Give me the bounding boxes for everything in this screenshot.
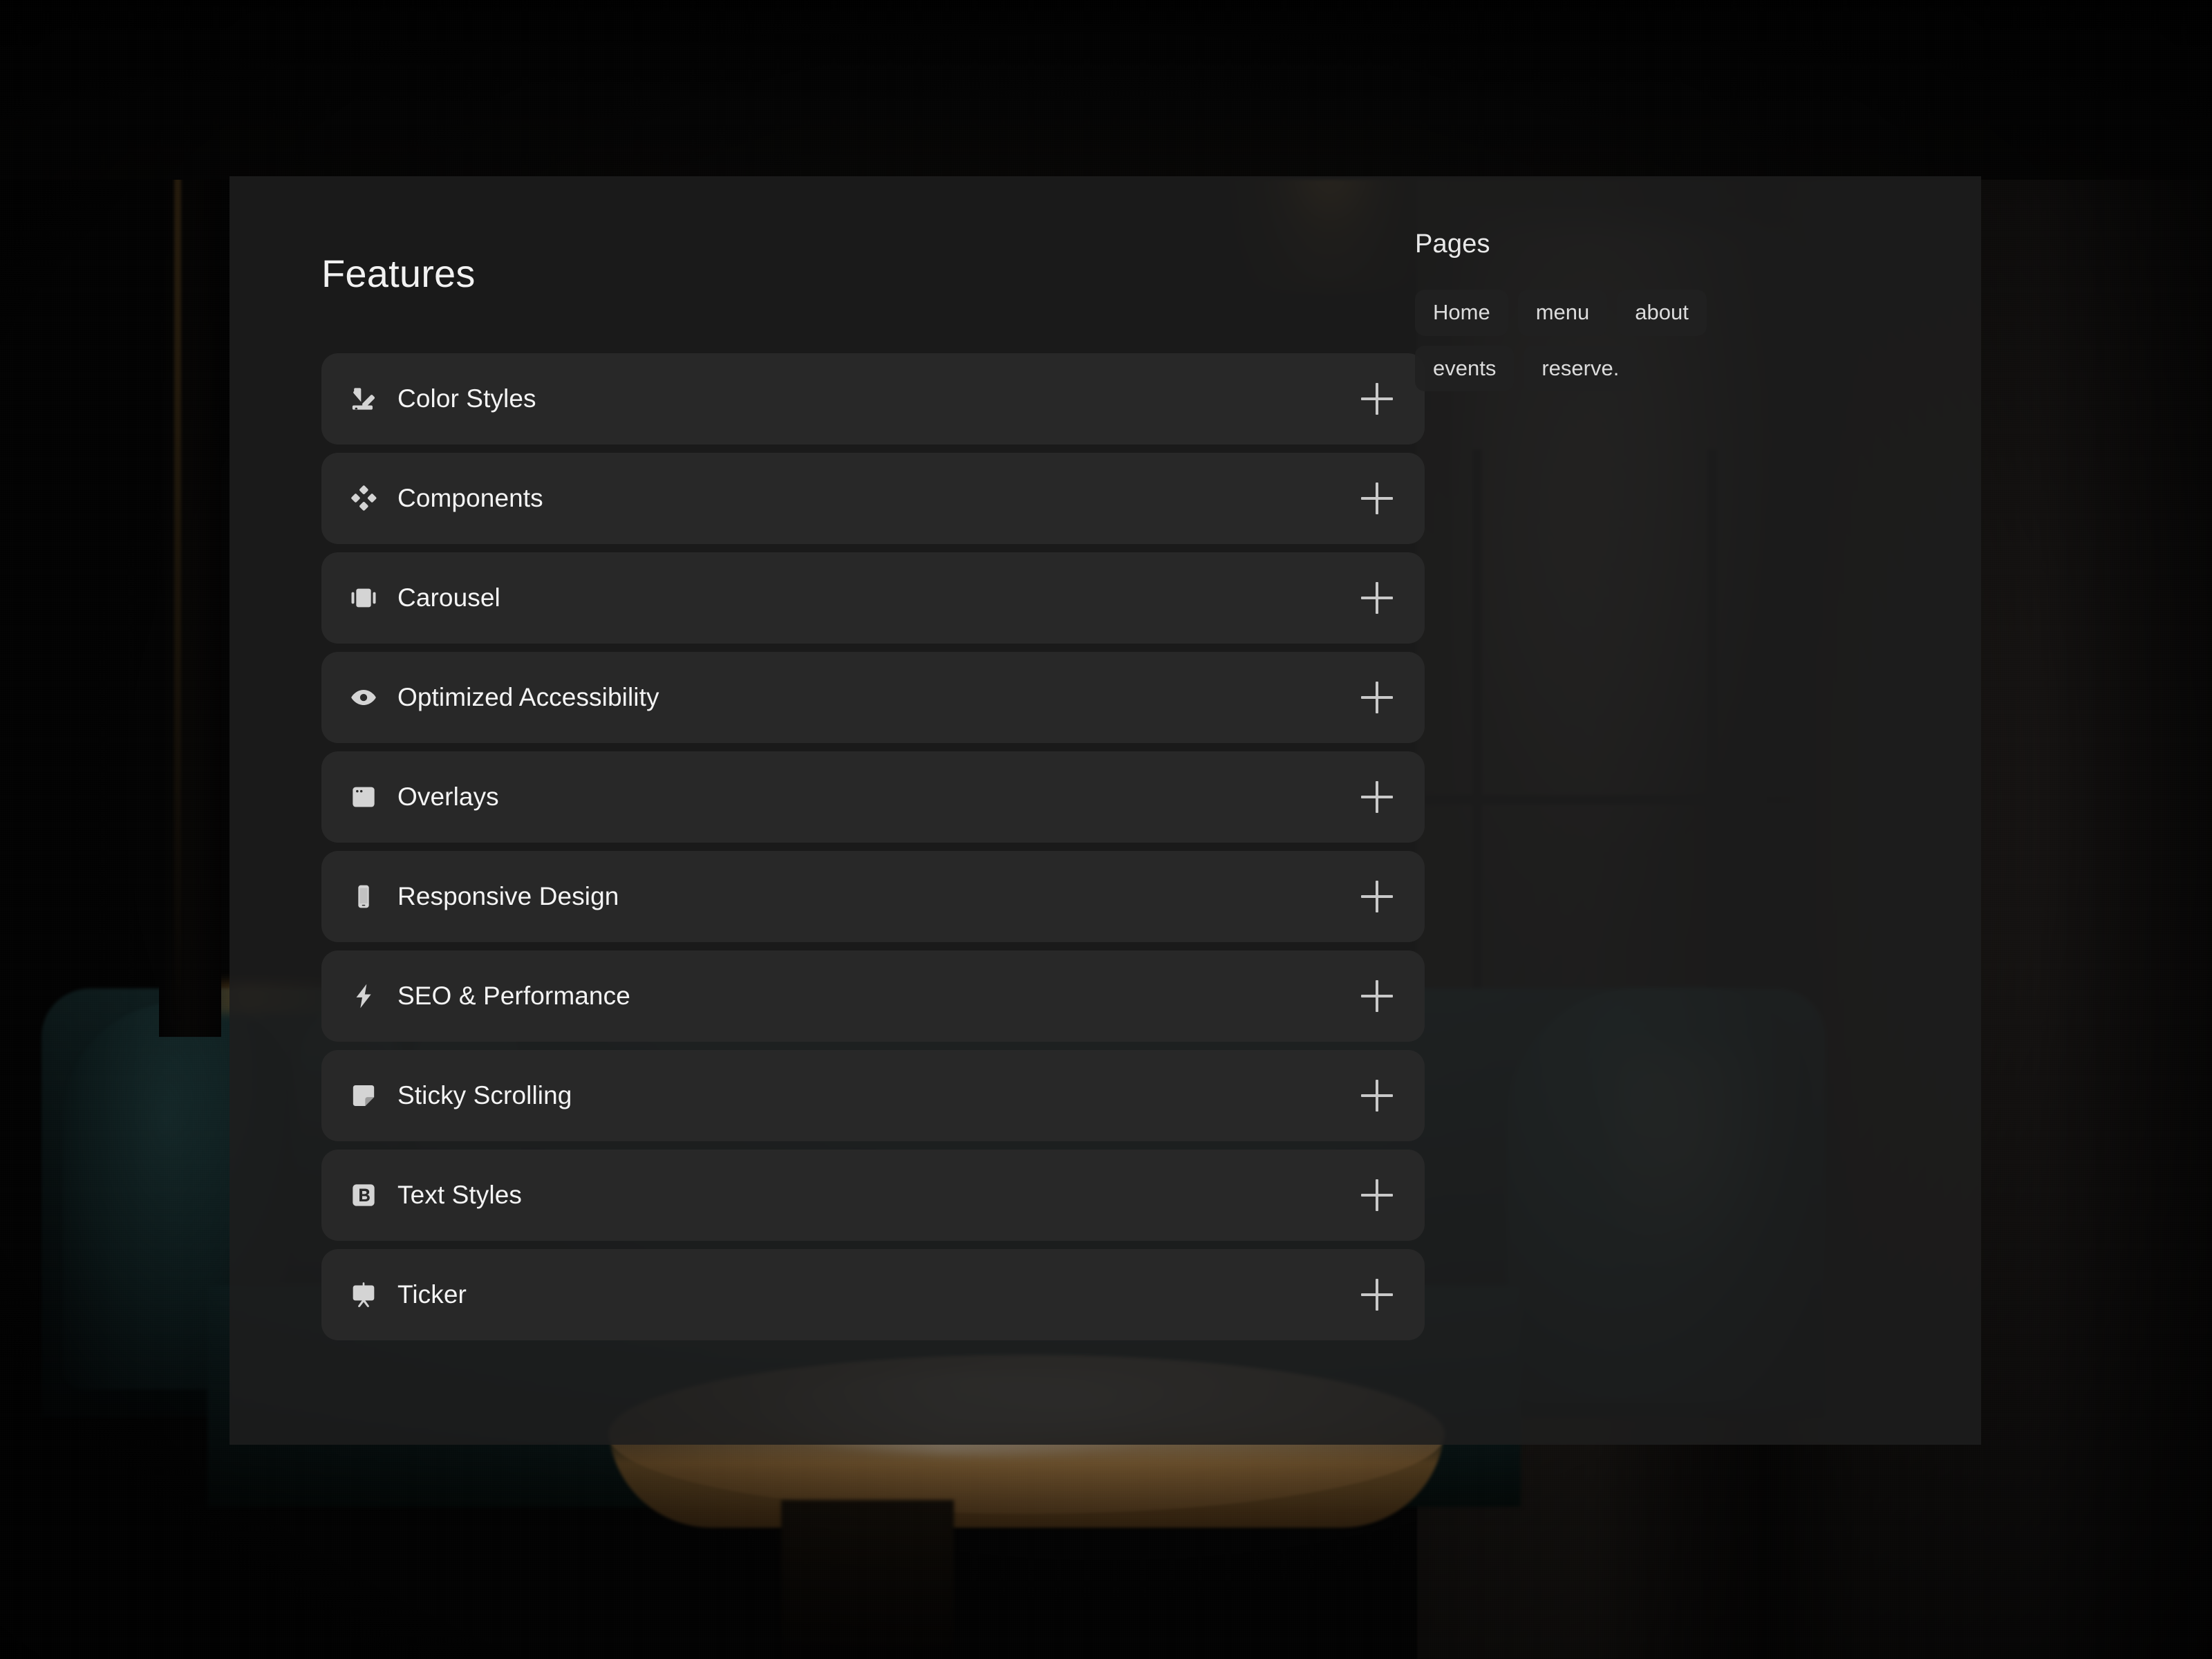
eye-icon bbox=[348, 682, 379, 713]
plus-icon[interactable] bbox=[1361, 1278, 1393, 1311]
feature-label: Ticker bbox=[397, 1280, 467, 1309]
feature-row-seo-performance[interactable]: SEO & Performance bbox=[321, 950, 1425, 1042]
features-list: Color Styles Components Carousel Optimiz… bbox=[321, 353, 1517, 1340]
page-pill-menu[interactable]: menu bbox=[1517, 289, 1608, 336]
window-overlay-icon bbox=[348, 781, 379, 813]
plus-icon[interactable] bbox=[1361, 482, 1393, 514]
feature-label: Sticky Scrolling bbox=[397, 1080, 572, 1109]
presentation-icon bbox=[348, 1279, 379, 1311]
lightning-bolt-icon bbox=[348, 980, 379, 1012]
page-pill-events[interactable]: events bbox=[1415, 345, 1515, 392]
feature-row-components[interactable]: Components bbox=[321, 452, 1425, 544]
feature-row-color-styles[interactable]: Color Styles bbox=[321, 353, 1425, 444]
feature-row-optimized-accessibility[interactable]: Optimized Accessibility bbox=[321, 651, 1425, 743]
pages-section: Pages Home menu about events reserve. bbox=[1415, 229, 1940, 392]
pages-pill-list: Home menu about events reserve. bbox=[1415, 289, 1774, 392]
plus-icon[interactable] bbox=[1361, 1179, 1393, 1211]
plus-icon[interactable] bbox=[1361, 581, 1393, 614]
color-swatch-icon bbox=[348, 383, 379, 415]
features-section: Features Color Styles Components Carouse… bbox=[321, 252, 1517, 1349]
features-overlay-panel: Features Color Styles Components Carouse… bbox=[229, 176, 1981, 1445]
plus-icon[interactable] bbox=[1361, 1079, 1393, 1112]
features-title: Features bbox=[321, 252, 476, 295]
feature-label: Text Styles bbox=[397, 1180, 522, 1209]
feature-row-text-styles[interactable]: Text Styles bbox=[321, 1149, 1425, 1241]
feature-label: Components bbox=[397, 483, 543, 512]
plus-icon[interactable] bbox=[1361, 880, 1393, 912]
feature-row-ticker[interactable]: Ticker bbox=[321, 1248, 1425, 1340]
carousel-icon bbox=[348, 582, 379, 614]
feature-row-sticky-scrolling[interactable]: Sticky Scrolling bbox=[321, 1049, 1425, 1141]
plus-icon[interactable] bbox=[1361, 780, 1393, 813]
bold-b-icon bbox=[348, 1179, 379, 1211]
plus-icon[interactable] bbox=[1361, 382, 1393, 415]
plus-icon[interactable] bbox=[1361, 681, 1393, 713]
feature-label: Color Styles bbox=[397, 384, 536, 413]
page-pill-about[interactable]: about bbox=[1617, 289, 1707, 336]
feature-row-responsive-design[interactable]: Responsive Design bbox=[321, 850, 1425, 942]
pages-title: Pages bbox=[1415, 229, 1490, 259]
page-pill-home[interactable]: Home bbox=[1415, 289, 1508, 336]
feature-label: Carousel bbox=[397, 583, 500, 612]
feature-row-overlays[interactable]: Overlays bbox=[321, 751, 1425, 843]
feature-label: Overlays bbox=[397, 782, 499, 811]
feature-label: SEO & Performance bbox=[397, 981, 630, 1010]
mobile-phone-icon bbox=[348, 881, 379, 912]
page-pill-reserve[interactable]: reserve. bbox=[1524, 345, 1638, 392]
diamond-grid-icon bbox=[348, 482, 379, 514]
feature-row-carousel[interactable]: Carousel bbox=[321, 552, 1425, 644]
plus-icon[interactable] bbox=[1361, 980, 1393, 1012]
feature-label: Responsive Design bbox=[397, 881, 619, 910]
sticky-note-icon bbox=[348, 1080, 379, 1112]
feature-label: Optimized Accessibility bbox=[397, 682, 659, 711]
